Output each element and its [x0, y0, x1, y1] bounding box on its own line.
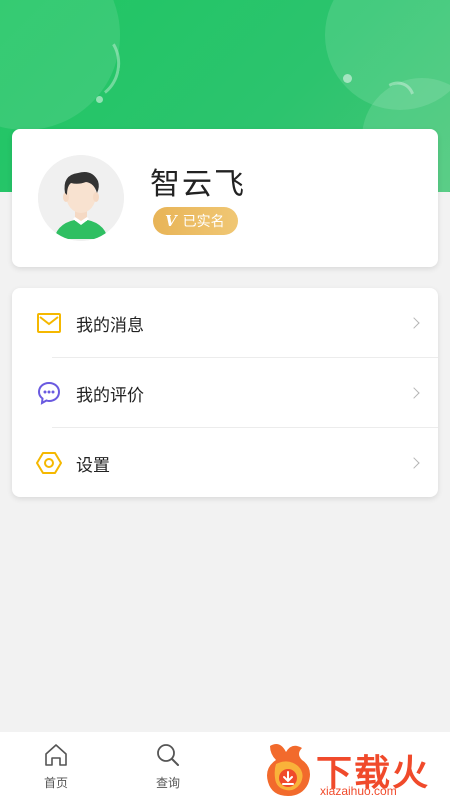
- settings-icon: [36, 450, 62, 476]
- username: 智云飞: [150, 167, 246, 202]
- watermark-url: xiazaihuo.com: [320, 784, 397, 798]
- nav-label: 首页: [43, 776, 68, 790]
- search-icon: [157, 744, 179, 766]
- profile-card[interactable]: 智云飞 V 已实名: [12, 129, 438, 267]
- decor-dot: [96, 96, 103, 103]
- nav-label: 查询: [155, 776, 180, 790]
- flame-logo-icon: [267, 744, 310, 796]
- avatar-icon: [38, 155, 124, 241]
- avatar[interactable]: [38, 155, 124, 241]
- watermark: 下载火 xiazaihuo.com: [262, 738, 450, 798]
- nav-item-search[interactable]: 查询: [138, 732, 198, 800]
- menu-item-label: 我的评价: [76, 385, 144, 406]
- chevron-right-icon: [408, 457, 420, 469]
- menu-item-label: 我的消息: [76, 315, 144, 336]
- menu-item-settings[interactable]: 设置: [12, 428, 438, 498]
- comment-icon: [36, 380, 62, 406]
- menu-card: 我的消息 我的评价 设置: [12, 288, 438, 497]
- home-icon: [45, 744, 67, 766]
- menu-item-reviews[interactable]: 我的评价: [12, 358, 438, 428]
- nav-item-home[interactable]: 首页: [26, 732, 86, 800]
- menu-item-messages[interactable]: 我的消息: [12, 288, 438, 358]
- chevron-right-icon: [408, 387, 420, 399]
- verified-icon: V: [165, 212, 177, 230]
- mail-icon: [36, 310, 62, 336]
- verified-label: 已实名: [182, 214, 225, 230]
- menu-item-label: 设置: [76, 455, 110, 476]
- decor-dot: [343, 74, 352, 83]
- verified-badge: V 已实名: [153, 207, 238, 235]
- chevron-right-icon: [408, 317, 420, 329]
